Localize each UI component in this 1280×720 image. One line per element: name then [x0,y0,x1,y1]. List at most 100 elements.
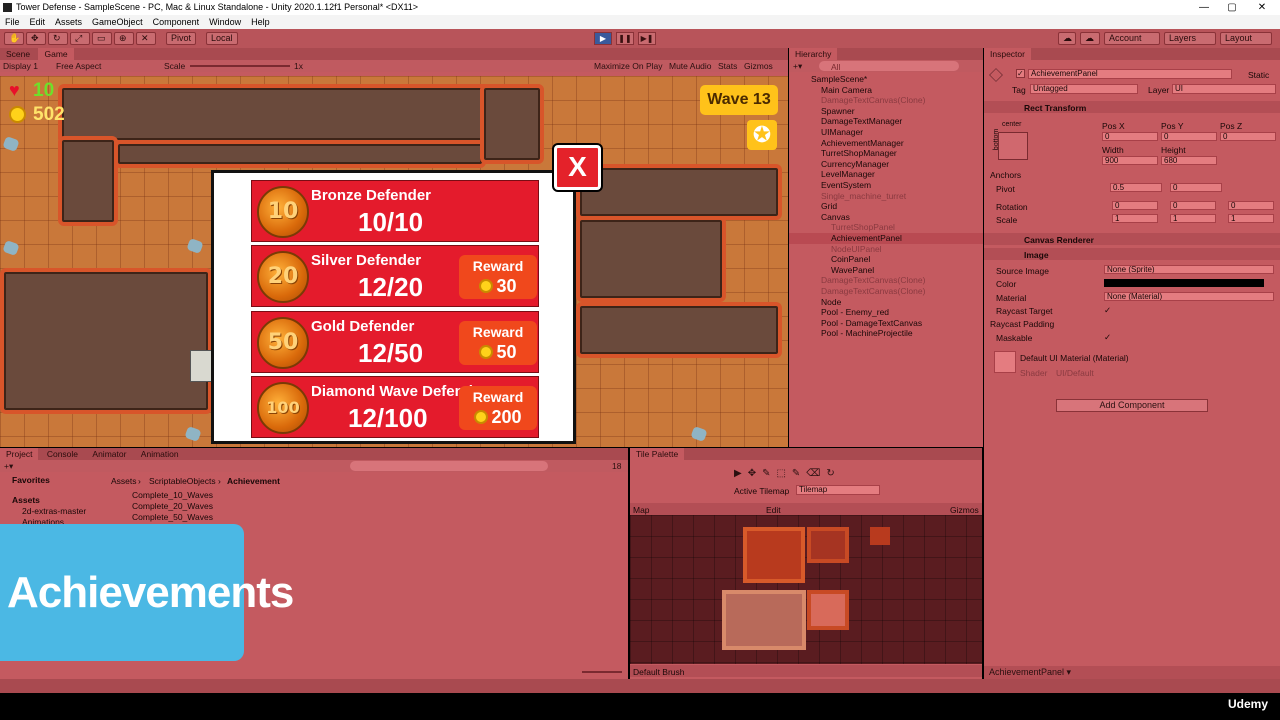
transform-tool-icon[interactable]: ⊕ [114,32,134,45]
claim-reward-button[interactable]: Reward 50 [459,321,537,365]
hierarchy-item[interactable]: DamageTextManager [789,116,902,127]
hierarchy-item[interactable]: NodeUIPanel [789,244,882,255]
anchors-foldout[interactable]: Anchors [990,170,1021,180]
hierarchy-item[interactable]: TurretShopPanel [789,222,895,233]
active-tilemap-dropdown[interactable]: Tilemap [796,485,880,495]
pivot-button[interactable]: Pivot [166,32,197,45]
hierarchy-item[interactable]: Single_machine_turret [789,191,906,202]
hierarchy-item[interactable]: Main Camera [789,85,872,96]
raycast-padding-foldout[interactable]: Raycast Padding [990,319,1054,329]
hand-tool-icon[interactable]: ✋ [4,32,24,45]
stats-toggle[interactable]: Stats [718,60,737,72]
scale-slider[interactable] [190,65,290,67]
turret-node[interactable] [190,350,212,382]
play-icon[interactable]: ▶ [594,32,612,45]
tile-swatch[interactable] [870,527,890,545]
close-panel-button[interactable]: X [554,145,601,190]
menu-assets[interactable]: Assets [50,15,87,29]
claim-reward-button[interactable]: Reward 30 [459,255,537,299]
hierarchy-item[interactable]: SampleScene* [789,74,867,85]
edit-button[interactable]: Edit [766,505,781,515]
tab-console[interactable]: Console [41,448,84,460]
source-image-field[interactable]: None (Sprite) [1104,265,1274,274]
width-field[interactable]: 900 [1102,156,1158,165]
rotate-tool-icon[interactable]: ↻ [48,32,68,45]
assets-folder[interactable]: Assets [12,495,40,505]
material-field[interactable]: None (Material) [1104,292,1274,301]
tile-swatch[interactable] [743,527,805,583]
add-asset-icon[interactable]: +▾ [4,460,13,472]
object-name-field[interactable]: AchievementPanel [1028,69,1232,79]
hierarchy-item[interactable]: CoinPanel [789,254,870,265]
scale-z-field[interactable]: 1 [1228,214,1274,223]
claim-reward-button[interactable]: Reward 200 [459,386,537,430]
asset-file[interactable]: Complete_20_Waves [132,501,213,511]
hierarchy-item[interactable]: Grid [789,201,837,212]
tile-swatch[interactable] [807,590,849,630]
tab-project[interactable]: Project [0,448,39,460]
favorites-label[interactable]: Favorites [12,475,50,485]
pause-icon[interactable]: ❚❚ [616,32,634,45]
hierarchy-item[interactable]: DamageTextCanvas(Clone) [789,275,925,286]
breadcrumb-achievement[interactable]: Achievement [227,476,280,486]
achievement-icon[interactable]: ✪ [747,120,777,150]
display-dropdown[interactable]: Display 1 [3,60,38,72]
brush-dropdown[interactable]: Default Brush [633,667,685,677]
custom-tool-icon[interactable]: ✕ [136,32,156,45]
scale-tool-icon[interactable]: ⤢ [70,32,90,45]
hierarchy-item[interactable]: Pool - MachineProjectile [789,328,913,339]
hierarchy-item[interactable]: UIManager [789,127,863,138]
layout-dropdown[interactable]: Layout [1220,32,1272,45]
close-window-button[interactable]: ✕ [1248,0,1276,15]
scale-y-field[interactable]: 1 [1170,214,1216,223]
tab-inspector[interactable]: Inspector [984,48,1031,60]
tile-tools-icon[interactable]: ▶✥✎⬚✎⌫↻ [734,468,841,479]
tab-animation[interactable]: Animation [135,448,185,460]
hierarchy-item[interactable]: TurretShopManager [789,148,897,159]
maskable-checkbox[interactable]: ✓ [1104,332,1111,343]
icon-size-slider[interactable] [582,671,622,673]
pos-x-field[interactable]: 0 [1102,132,1158,141]
menu-window[interactable]: Window [204,15,246,29]
maximize-button[interactable]: ▢ [1218,0,1246,15]
hierarchy-item[interactable]: DamageTextCanvas(Clone) [789,95,925,106]
local-button[interactable]: Local [206,32,238,45]
height-field[interactable]: 680 [1161,156,1217,165]
cloud-icon[interactable]: ☁ [1080,32,1100,45]
menu-component[interactable]: Component [148,15,205,29]
pivot-y-field[interactable]: 0 [1170,183,1222,192]
hierarchy-item[interactable]: Node [789,297,841,308]
menu-help[interactable]: Help [246,15,275,29]
menu-file[interactable]: File [0,15,25,29]
breadcrumb-scriptableobjects[interactable]: ScriptableObjects [149,476,216,486]
palette-dropdown[interactable]: Map [633,505,650,515]
hierarchy-item[interactable]: Canvas [789,212,850,223]
asset-file[interactable]: Complete_50_Waves [132,512,213,522]
tab-scene[interactable]: Scene [0,48,36,60]
menu-gameobject[interactable]: GameObject [87,15,148,29]
rotation-x-field[interactable]: 0 [1112,201,1158,210]
maximize-on-play-toggle[interactable]: Maximize On Play [594,60,663,72]
hierarchy-item[interactable]: Spawner [789,106,855,117]
minimize-button[interactable]: — [1190,0,1218,15]
asset-file[interactable]: Complete_10_Waves [132,490,213,500]
layer-dropdown[interactable]: UI [1172,84,1276,94]
pos-z-field[interactable]: 0 [1220,132,1276,141]
project-search[interactable] [350,461,548,471]
add-component-button[interactable]: Add Component [1056,399,1208,412]
tile-swatch[interactable] [722,590,806,650]
move-tool-icon[interactable]: ✥ [26,32,46,45]
collab-icon[interactable]: ☁ [1058,32,1076,45]
add-icon[interactable]: +▾ [793,60,802,72]
raycast-target-checkbox[interactable]: ✓ [1104,305,1111,316]
rotation-y-field[interactable]: 0 [1170,201,1216,210]
hierarchy-item[interactable]: AchievementPanel [789,233,983,244]
tab-tile-palette[interactable]: Tile Palette [630,448,685,460]
layers-dropdown[interactable]: Layers [1164,32,1216,45]
hierarchy-item[interactable]: AchievementManager [789,138,904,149]
rotation-z-field[interactable]: 0 [1228,201,1274,210]
step-icon[interactable]: ▶❚ [638,32,656,45]
palette-gizmos[interactable]: Gizmos [950,505,979,515]
pos-y-field[interactable]: 0 [1161,132,1217,141]
tag-dropdown[interactable]: Untagged [1030,84,1138,94]
